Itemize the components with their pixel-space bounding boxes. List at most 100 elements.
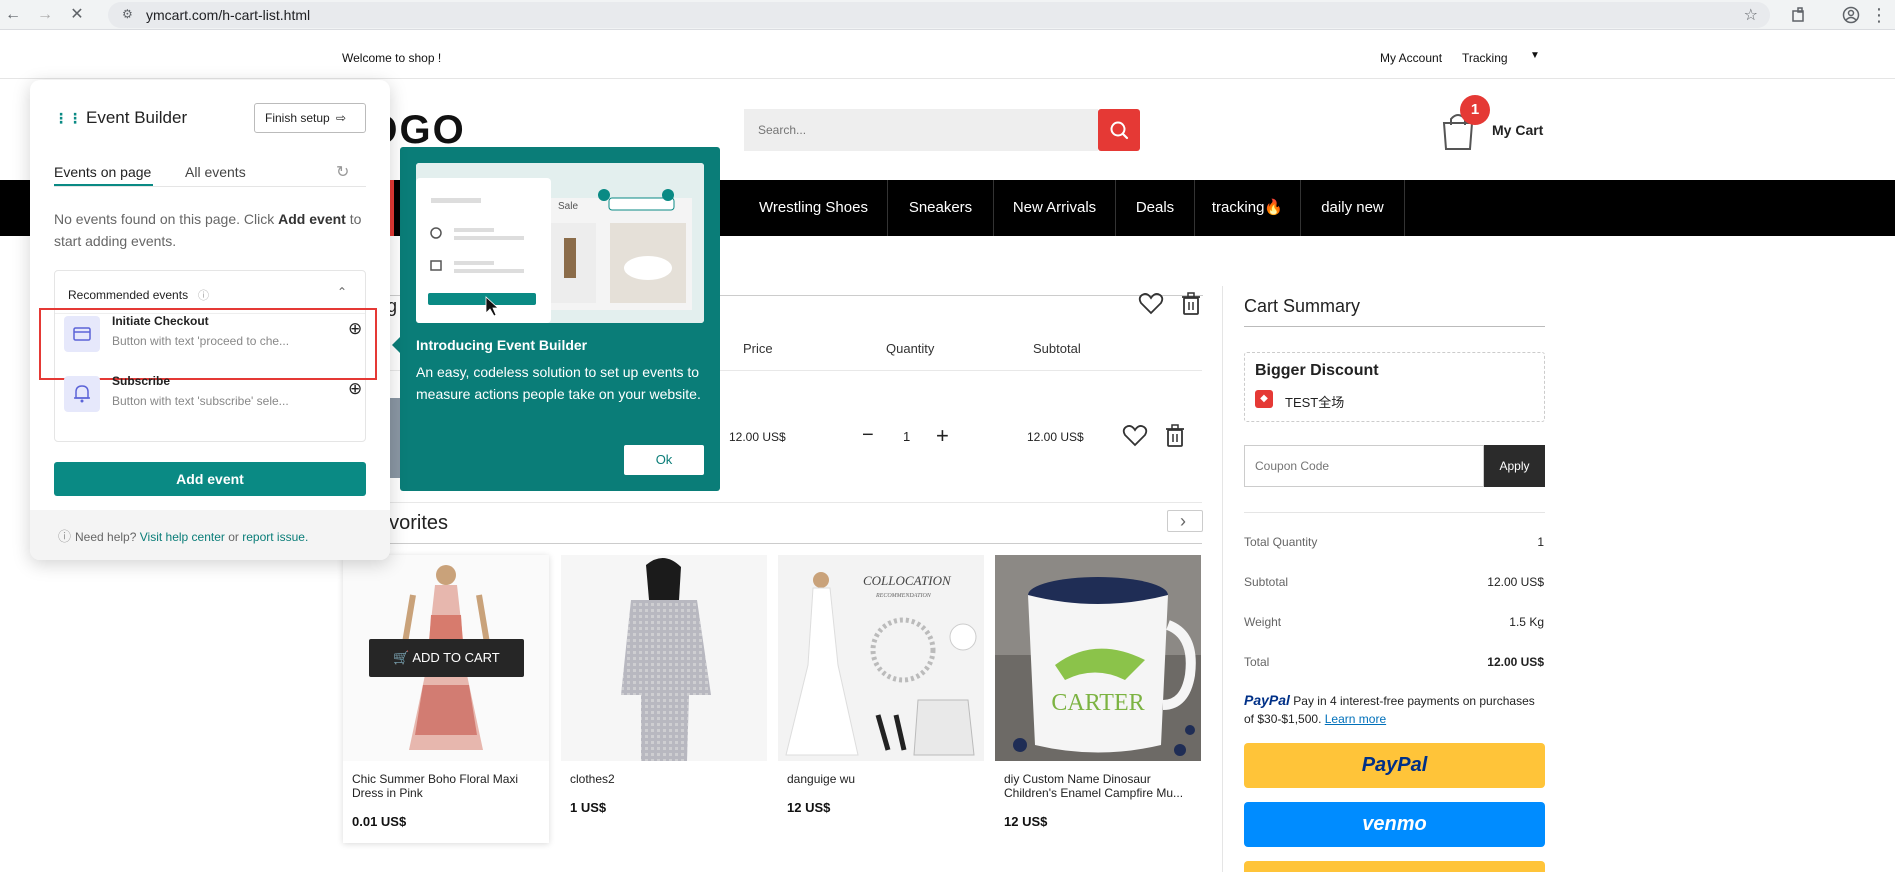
address-bar[interactable]: ⚙ ymcart.com/h-cart-list.html ☆ bbox=[108, 2, 1770, 28]
discount-box: Bigger Discount ◆ TEST全场 bbox=[1244, 352, 1545, 422]
search-button[interactable] bbox=[1098, 109, 1140, 151]
caret-down-icon[interactable]: ▼ bbox=[1530, 50, 1540, 61]
wishlist-all-icon[interactable] bbox=[1138, 292, 1164, 316]
col-quantity: Quantity bbox=[886, 341, 935, 356]
cart-item-thumbnail[interactable] bbox=[390, 398, 400, 478]
cart-summary: Cart Summary Bigger Discount ◆ TEST全场 Ap… bbox=[1222, 286, 1545, 872]
product-price: 12 US$ bbox=[787, 800, 831, 815]
intro-preview-image: Sale bbox=[416, 163, 704, 323]
paypal-button[interactable]: PayPal bbox=[1244, 743, 1545, 788]
product-image[interactable]: CARTER bbox=[995, 555, 1201, 761]
nav-item-daily-new[interactable]: daily new bbox=[1301, 180, 1405, 236]
weight-value: 1.5 Kg bbox=[1509, 615, 1544, 629]
stop-loading-icon[interactable]: ✕ bbox=[66, 4, 88, 26]
favorites-divider bbox=[372, 543, 1202, 544]
extensions-icon[interactable] bbox=[1788, 4, 1810, 26]
event-builder-panel: ⋮⋮ Event Builder Finish setup ⇨ Events o… bbox=[30, 80, 390, 560]
quantity-minus-button[interactable]: − bbox=[862, 424, 874, 447]
collocation-title: COLLOCATION bbox=[863, 573, 952, 588]
coupon-input[interactable] bbox=[1244, 445, 1484, 487]
recommended-events-title: Recommended events bbox=[68, 288, 189, 302]
profile-icon[interactable] bbox=[1840, 4, 1862, 26]
product-price: 0.01 US$ bbox=[352, 814, 407, 829]
nav-item-new-arrivals[interactable]: New Arrivals bbox=[994, 180, 1116, 236]
paypal-message: PayPal Pay in 4 interest-free payments o… bbox=[1244, 691, 1545, 728]
browser-toolbar: ← → ✕ ⚙ ymcart.com/h-cart-list.html ☆ ⋮ bbox=[0, 0, 1895, 30]
discount-tag: TEST全场 bbox=[1285, 395, 1345, 410]
favorites-next-button[interactable]: › bbox=[1167, 510, 1203, 532]
product-name[interactable]: Chic Summer Boho Floral Maxi Dress in Pi… bbox=[352, 772, 547, 800]
product-image[interactable]: COLLOCATION RECOMMENDATION bbox=[778, 555, 984, 761]
tab-all-events[interactable]: All events bbox=[185, 164, 246, 180]
chevron-right-icon: › bbox=[1180, 511, 1186, 531]
event-builder-title: Event Builder bbox=[86, 108, 188, 127]
cart-item-price: 12.00 US$ bbox=[729, 430, 786, 444]
product-card[interactable]: COLLOCATION RECOMMENDATION danguige wu 1… bbox=[778, 555, 984, 845]
paypal-logo: PayPal bbox=[1244, 692, 1290, 708]
preview-sale-label: Sale bbox=[558, 201, 578, 212]
top-bar: Welcome to shop ! My Account Tracking ▼ bbox=[0, 31, 1895, 79]
add-circle-icon[interactable]: ⊕ bbox=[348, 379, 362, 399]
delete-item-icon[interactable] bbox=[1164, 424, 1186, 448]
event-description: Button with text 'subscribe' sele... bbox=[112, 394, 289, 408]
product-name[interactable]: clothes2 bbox=[570, 772, 765, 786]
cart-link[interactable]: 1 My Cart bbox=[1440, 95, 1550, 155]
nav-item-sneakers[interactable]: Sneakers bbox=[888, 180, 994, 236]
nav-item-deals[interactable]: Deals bbox=[1116, 180, 1195, 236]
url-text: ymcart.com/h-cart-list.html bbox=[146, 7, 311, 23]
site-info-icon[interactable]: ⚙ bbox=[122, 7, 133, 21]
help-text: ⓘ Need help? Visit help center or report … bbox=[58, 529, 309, 544]
refresh-icon[interactable]: ↻ bbox=[336, 162, 349, 182]
drag-handle-icon[interactable]: ⋮⋮ bbox=[54, 110, 82, 127]
bookmark-star-icon[interactable]: ☆ bbox=[1744, 5, 1758, 25]
total-value: 12.00 US$ bbox=[1487, 655, 1544, 669]
browser-menu-icon[interactable]: ⋮ bbox=[1868, 4, 1890, 26]
product-card[interactable]: CARTER diy Custom Name Dinosaur Children… bbox=[995, 555, 1201, 845]
mug-text: CARTER bbox=[1051, 690, 1144, 716]
cart-summary-title: Cart Summary bbox=[1244, 296, 1361, 316]
tracking-link[interactable]: Tracking bbox=[1462, 51, 1508, 65]
help-footer: ⓘ Need help? Visit help center or report … bbox=[30, 510, 390, 560]
tab-events-on-page[interactable]: Events on page bbox=[54, 164, 151, 180]
delete-all-icon[interactable] bbox=[1180, 292, 1202, 316]
nav-item-wrestling-shoes[interactable]: Wrestling Shoes bbox=[740, 180, 888, 236]
product-card[interactable]: clothes2 1 US$ bbox=[561, 555, 767, 845]
move-to-wishlist-icon[interactable] bbox=[1122, 424, 1148, 448]
venmo-button[interactable]: venmo bbox=[1244, 802, 1545, 847]
add-to-cart-button[interactable]: 🛒 ADD TO CART bbox=[369, 639, 524, 677]
quantity-value[interactable]: 1 bbox=[903, 429, 910, 444]
intro-ok-button[interactable]: Ok bbox=[624, 445, 704, 475]
product-price: 1 US$ bbox=[570, 800, 607, 815]
product-name[interactable]: diy Custom Name Dinosaur Children's Enam… bbox=[1004, 772, 1199, 800]
apply-coupon-button[interactable]: Apply bbox=[1484, 445, 1545, 487]
summary-divider bbox=[1244, 326, 1545, 327]
discount-tag-icon: ◆ bbox=[1255, 390, 1273, 408]
learn-more-link[interactable]: Learn more bbox=[1325, 712, 1386, 726]
chevron-up-icon[interactable]: ⌃ bbox=[337, 285, 347, 299]
report-issue-link[interactable]: report issue. bbox=[242, 530, 308, 544]
finish-setup-button[interactable]: Finish setup ⇨ bbox=[254, 103, 366, 133]
product-card[interactable]: 🛒 ADD TO CART Chic Summer Boho Floral Ma… bbox=[343, 555, 549, 843]
recommended-event-subscribe[interactable]: Subscribe Button with text 'subscribe' s… bbox=[64, 365, 374, 423]
intro-title: Introducing Event Builder bbox=[416, 337, 588, 353]
nav-item-tracking[interactable]: tracking🔥 bbox=[1195, 180, 1301, 236]
quantity-plus-button[interactable]: + bbox=[936, 423, 949, 449]
collocation-subtitle: RECOMMENDATION bbox=[875, 593, 932, 599]
search-icon bbox=[1110, 121, 1129, 140]
cart-count-badge: 1 bbox=[1460, 95, 1490, 125]
cart-icon: 🛒 bbox=[393, 650, 410, 665]
help-center-link[interactable]: Visit help center bbox=[140, 530, 225, 544]
col-subtotal: Subtotal bbox=[1033, 341, 1081, 356]
product-name[interactable]: danguige wu bbox=[787, 772, 982, 786]
pay-later-button[interactable] bbox=[1244, 861, 1545, 872]
back-icon[interactable]: ← bbox=[2, 4, 24, 26]
search-input[interactable] bbox=[744, 109, 1098, 151]
total-quantity-label: Total Quantity bbox=[1244, 535, 1318, 549]
exit-icon: ⇨ bbox=[336, 111, 347, 125]
product-image[interactable] bbox=[561, 555, 767, 761]
no-events-message: No events found on this page. Click Add … bbox=[54, 211, 362, 249]
add-event-button[interactable]: Add event bbox=[54, 462, 366, 496]
info-icon[interactable]: ⓘ bbox=[198, 287, 209, 303]
my-account-link[interactable]: My Account bbox=[1380, 51, 1442, 65]
forward-icon[interactable]: → bbox=[34, 4, 56, 26]
